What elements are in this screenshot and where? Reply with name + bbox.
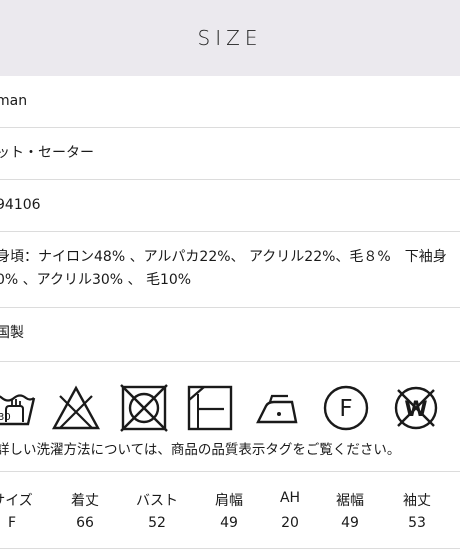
size-table-value: 49 [341,515,359,531]
product-code-text: 94106 [0,197,41,213]
size-table-header: バスト [136,493,178,509]
bottom-divider [0,548,460,549]
size-table-header: 肩幅 [215,493,243,509]
size-title: SIZE [197,26,263,50]
size-table-value: F [7,515,17,531]
size-table: サイズ 着丈 バスト 肩幅 AH 裾幅 袖丈 F 66 52 49 20 49 … [0,472,460,552]
origin-text: 国製 [0,325,24,341]
category-text: ット・セーター [0,145,94,161]
origin-row: 国製 [0,308,460,362]
no-tumble-dry-icon [120,384,168,432]
size-table-value: 53 [408,515,426,531]
size-header: SIZE [0,0,460,76]
iron-low-icon [256,394,298,424]
care-symbols-row: 30 F [0,362,460,472]
brand-row: man [0,76,460,128]
size-info-page: SIZE man ット・セーター 94106 身頃：ナイロン48% 、アルパカ2… [0,0,460,552]
svg-text:30: 30 [0,412,11,423]
svg-text:F: F [339,396,352,422]
brand-text: man [0,93,28,109]
size-table-value: 52 [148,515,166,531]
line-dry-shade-icon [187,385,233,431]
care-note: 詳しい洗濯方法については、商品の品質表示タグをご覧ください。 [0,442,401,458]
size-table-value: 20 [281,515,299,531]
dry-clean-f-icon: F [323,385,369,431]
size-table-value: 49 [220,515,238,531]
no-wet-clean-icon: W [394,386,438,430]
size-table-header: 裾幅 [336,493,364,509]
size-table-value: 66 [76,515,94,531]
size-table-header: AH [279,490,301,506]
size-table-header: 袖丈 [403,493,431,509]
material-row: 身頃：ナイロン48% 、アルパカ22%、 アクリル22%、毛８% 下袖身 0% … [0,232,460,308]
size-table-header: サイズ [0,493,33,509]
no-bleach-icon [51,385,101,430]
hand-wash-30-icon: 30 [0,394,36,426]
product-code-row: 94106 [0,180,460,232]
material-line-2: 0% 、アクリル30% 、 毛10% [0,272,192,288]
material-line-1: 身頃：ナイロン48% 、アルパカ22%、 アクリル22%、毛８% 下袖身 [0,249,447,265]
size-table-header: 着丈 [71,493,99,509]
category-row: ット・セーター [0,128,460,180]
